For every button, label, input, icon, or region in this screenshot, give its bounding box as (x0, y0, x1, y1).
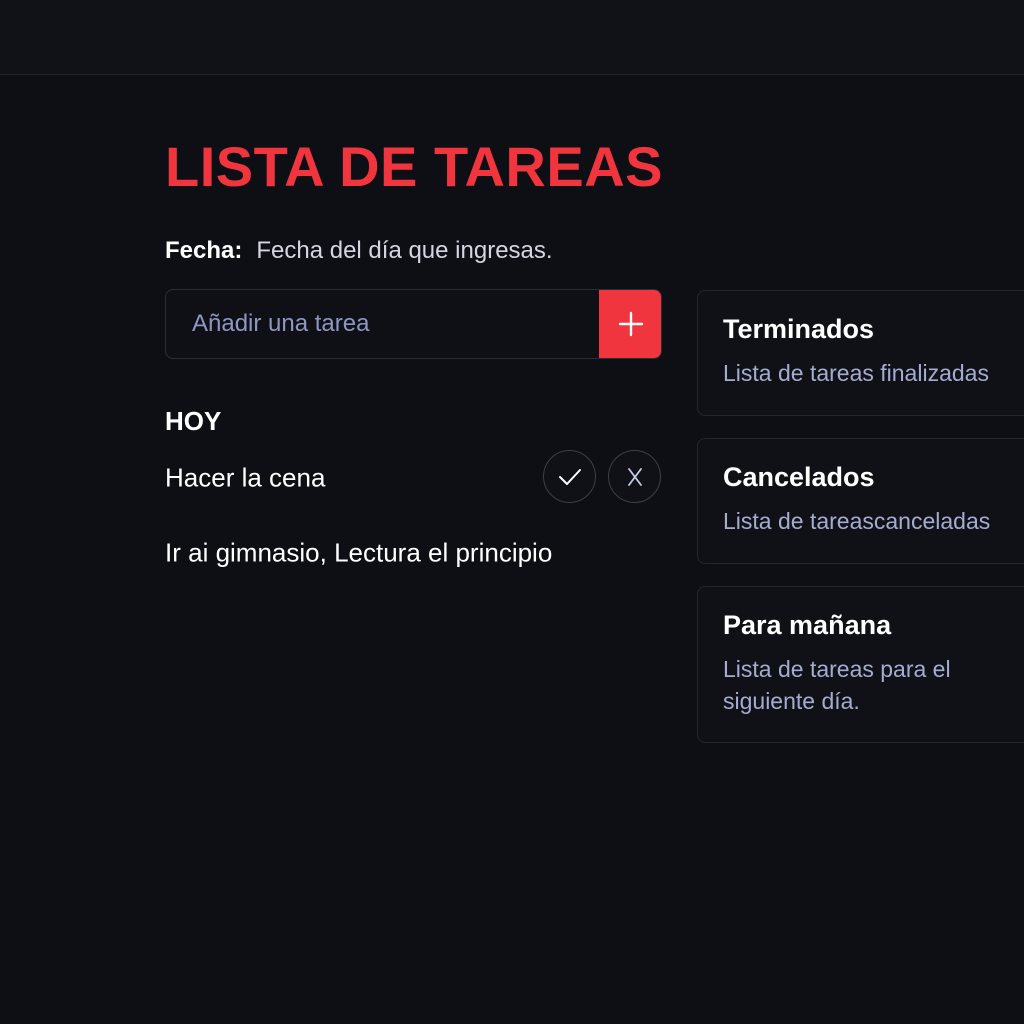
complete-task-button[interactable] (543, 450, 596, 503)
add-task-button[interactable] (599, 290, 661, 358)
task-text: Ir ai gimnasio, Lectura el principio (165, 537, 553, 568)
page-title: LISTA DE TAREAS (165, 135, 664, 198)
card-terminados[interactable]: Terminados Lista de tareas finalizadas (697, 290, 1024, 416)
card-title: Terminados (723, 314, 875, 344)
today-heading: HOY (165, 406, 222, 436)
cancel-task-button[interactable] (608, 450, 661, 503)
top-bar (0, 0, 1024, 75)
card-title: Cancelados (723, 462, 875, 492)
task-text: Hacer la cena (165, 462, 326, 493)
task-item: Hacer la cena (165, 450, 662, 506)
card-description: Lista de tareas finalizadas (723, 360, 989, 386)
card-description: Lista de tareas para el siguiente día. (723, 656, 951, 714)
date-row: Fecha: Fecha del día que ingresas. (165, 236, 553, 266)
check-icon (558, 468, 581, 485)
card-para-manana[interactable]: Para mañana Lista de tareas para el sigu… (697, 586, 1024, 743)
add-task-form (165, 289, 662, 359)
card-description: Lista de tareascanceladas (723, 508, 991, 534)
x-icon (627, 467, 642, 486)
plus-icon (618, 311, 643, 337)
task-item: Ir ai gimnasio, Lectura el principio (165, 525, 662, 581)
add-task-input[interactable] (166, 290, 601, 358)
card-cancelados[interactable]: Cancelados Lista de tareascanceladas (697, 438, 1024, 564)
date-value: Fecha del día que ingresas. (256, 237, 553, 264)
date-label: Fecha: (165, 237, 243, 264)
card-title: Para mañana (723, 610, 892, 640)
